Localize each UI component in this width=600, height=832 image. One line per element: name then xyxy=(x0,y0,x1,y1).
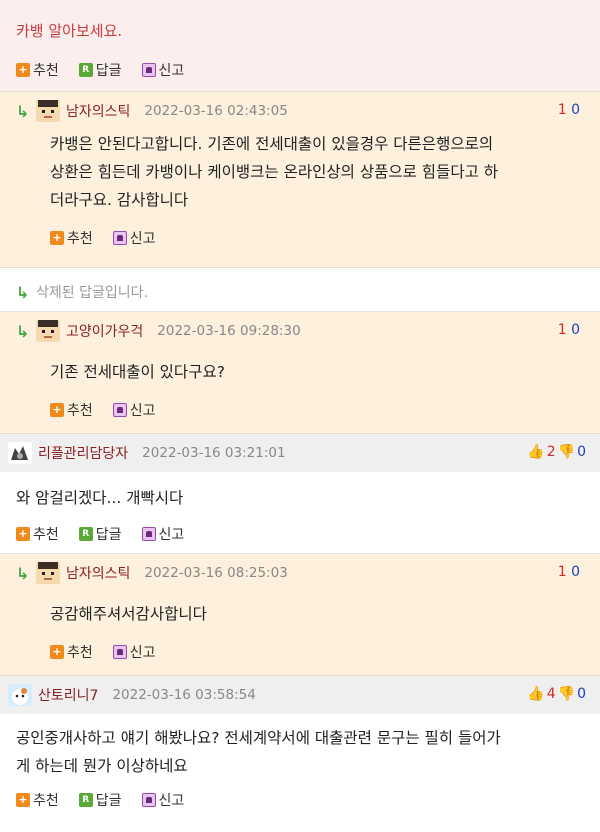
comment-text: 기존 전세대출이 있다구요? xyxy=(50,363,225,381)
avatar xyxy=(8,442,32,464)
comment-text: 카뱅은 안된다고합니다. 기존에 전세대출이 있을경우 다른은행으로의 상환은 … xyxy=(50,135,499,209)
reply-arrow-icon: ↳ xyxy=(16,563,30,583)
comment-header: ↳ 고양이가우걱 2022-03-16 09:28:30 xyxy=(16,320,301,342)
report-button[interactable]: 신고 xyxy=(112,400,156,420)
reply-arrow-icon: ↳ xyxy=(16,282,30,302)
comment-date: 2022-03-16 08:25:03 xyxy=(144,565,288,581)
report-button[interactable]: 신고 xyxy=(112,642,156,662)
comment-actions: + 추천 신고 xyxy=(50,642,156,662)
vote-score: 1 0 xyxy=(557,564,580,580)
avatar xyxy=(8,684,32,706)
post-title: 카뱅 알아보세요. xyxy=(16,22,123,40)
recommend-button[interactable]: + 추천 xyxy=(50,228,93,248)
report-icon xyxy=(112,403,127,417)
vote-score: 👍 2 👎 0 xyxy=(527,444,586,460)
comment-date: 2022-03-16 02:43:05 xyxy=(144,103,288,119)
report-button[interactable]: 신고 xyxy=(141,524,184,544)
report-icon xyxy=(112,231,127,245)
recommend-button[interactable]: + 추천 xyxy=(50,642,93,662)
recommend-button[interactable]: + 추천 xyxy=(16,790,59,810)
comment-header: 산토리니7 2022-03-16 03:58:54 xyxy=(8,684,256,706)
vote-score: 👍 4 👎 0 xyxy=(527,686,586,702)
comment: 산토리니7 2022-03-16 03:58:54 👍 4 👎 0 공인중개사하고 … xyxy=(0,676,600,822)
report-icon xyxy=(141,63,156,77)
comment: 리플관리담당자 2022-03-16 03:21:01 👍 2 👎 0 와 암걸리겠… xyxy=(0,434,600,554)
nickname[interactable]: 리플관리담당자 xyxy=(38,443,128,463)
report-button[interactable]: 신고 xyxy=(141,790,184,810)
comment-actions: + 추천 R 답글 신고 xyxy=(16,790,184,810)
report-button[interactable]: 신고 xyxy=(112,228,156,248)
comment-header: ↳ 남자의스틱 2022-03-16 08:25:03 xyxy=(16,562,288,584)
post-header: 카뱅 알아보세요. + 추천 R 답글 신고 xyxy=(0,0,600,92)
comment-actions: + 추천 신고 xyxy=(50,228,156,248)
report-icon xyxy=(112,645,127,659)
reply-arrow-icon: ↳ xyxy=(16,321,30,341)
nickname[interactable]: 산토리니7 xyxy=(38,685,98,705)
comment-text: 공감해주셔서감사합니다 xyxy=(50,605,207,623)
comment-text: 공인중개사하고 얘기 해봤나요? 전세계약서에 대출관련 문구는 필히 들어가 … xyxy=(16,729,501,775)
plus-icon: + xyxy=(16,527,30,541)
nickname[interactable]: 고양이가우걱 xyxy=(66,321,143,341)
comment-header: 리플관리담당자 2022-03-16 03:21:01 xyxy=(8,442,286,464)
reply-icon: R xyxy=(78,527,93,541)
reply-button[interactable]: R 답글 xyxy=(78,524,122,544)
reply-button[interactable]: R 답글 xyxy=(78,790,122,810)
thumbs-down-icon[interactable]: 👎 xyxy=(558,444,575,460)
comment-text: 와 암걸리겠다... 개빡시다 xyxy=(16,489,184,507)
reply-comment: ↳ 남자의스틱 2022-03-16 02:43:05 1 0 카뱅은 안된다고… xyxy=(0,92,600,268)
vote-score: 1 0 xyxy=(557,102,580,118)
report-icon xyxy=(141,793,156,807)
deleted-reply: ↳ 삭제된 답글입니다. xyxy=(0,268,600,312)
reply-comment: ↳ 남자의스틱 2022-03-16 08:25:03 1 0 공감해주셔서감사… xyxy=(0,554,600,676)
avatar xyxy=(36,100,60,122)
comment-date: 2022-03-16 03:58:54 xyxy=(112,687,256,703)
thumbs-down-icon[interactable]: 👎 xyxy=(558,686,575,702)
report-icon xyxy=(141,527,156,541)
recommend-button[interactable]: + 추천 xyxy=(50,400,93,420)
recommend-button[interactable]: + 추천 xyxy=(16,60,59,80)
post-actions: + 추천 R 답글 신고 xyxy=(16,60,184,80)
comment-actions: + 추천 신고 xyxy=(50,400,156,420)
reply-arrow-icon: ↳ xyxy=(16,101,30,121)
plus-icon: + xyxy=(16,63,30,77)
thumbs-up-icon[interactable]: 👍 xyxy=(527,686,544,702)
comment-header: ↳ 남자의스틱 2022-03-16 02:43:05 xyxy=(16,100,288,122)
nickname[interactable]: 남자의스틱 xyxy=(66,101,130,121)
nickname[interactable]: 남자의스틱 xyxy=(66,563,130,583)
thumbs-up-icon[interactable]: 👍 xyxy=(527,444,544,460)
recommend-button[interactable]: + 추천 xyxy=(16,524,59,544)
plus-icon: + xyxy=(50,403,64,417)
avatar xyxy=(36,562,60,584)
comment-date: 2022-03-16 03:21:01 xyxy=(142,445,286,461)
plus-icon: + xyxy=(16,793,30,807)
plus-icon: + xyxy=(50,645,64,659)
plus-icon: + xyxy=(50,231,64,245)
deleted-notice: ↳ 삭제된 답글입니다. xyxy=(16,282,148,302)
comment-actions: + 추천 R 답글 신고 xyxy=(16,524,184,544)
avatar xyxy=(36,320,60,342)
reply-icon: R xyxy=(78,793,93,807)
reply-button[interactable]: R 답글 xyxy=(78,60,122,80)
reply-comment: ↳ 고양이가우걱 2022-03-16 09:28:30 1 0 기존 전세대출… xyxy=(0,312,600,434)
reply-icon: R xyxy=(78,63,93,77)
comment-date: 2022-03-16 09:28:30 xyxy=(157,323,301,339)
report-button[interactable]: 신고 xyxy=(141,60,184,80)
vote-score: 1 0 xyxy=(557,322,580,338)
